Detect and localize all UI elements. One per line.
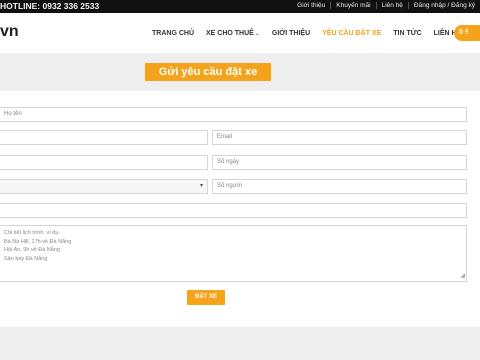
resize-handle-icon[interactable]: ◢ [460, 272, 465, 281]
days-input[interactable]: Số ngày [212, 155, 467, 170]
address-input[interactable] [0, 203, 467, 218]
hotline-text: HOTLINE: 0932 336 2533 [0, 1, 100, 11]
top-link-login[interactable]: Đăng nhập / Đăng ký [407, 2, 480, 9]
people-placeholder: Số người [217, 183, 242, 189]
email-input[interactable]: Email [212, 130, 467, 145]
name-placeholder: Họ tên [4, 111, 22, 117]
date-input[interactable] [0, 155, 208, 170]
car-type-select[interactable]: ▾ [0, 179, 208, 194]
footer-band [0, 327, 480, 360]
top-links: Giới thiệu Khuyến mãi Liên hệ Đăng nhập … [292, 2, 480, 9]
top-link-contact[interactable]: Liên hệ [375, 2, 408, 9]
chevron-down-icon: ▾ [199, 183, 203, 189]
itinerary-line: Sân bay Đà Nẵng [4, 255, 48, 262]
cart-button[interactable]: 0 ₫ [454, 25, 480, 41]
nav-cars[interactable]: XE CHO THUÊ⌄ [206, 30, 260, 37]
top-bar: HOTLINE: 0932 336 2533 Giới thiệu Khuyến… [0, 0, 480, 13]
main-nav: TRANG CHỦ XE CHO THUÊ⌄ GIỚI THIỆU YÊU CẦ… [152, 30, 473, 37]
submit-booking-button[interactable]: ĐẶT XE [187, 290, 225, 305]
itinerary-line: Hội An, 9h về Đà Nẵng [4, 247, 60, 253]
chevron-down-icon: ⌄ [254, 31, 260, 37]
itinerary-line: Chi tiết lịch trình, ví dụ. [4, 230, 60, 236]
site-logo[interactable]: vn [0, 23, 19, 41]
itinerary-textarea[interactable]: Chi tiết lịch trình, ví dụ. Bà Nà Hill, … [0, 225, 467, 282]
phone-input[interactable] [0, 130, 208, 145]
nav-news[interactable]: TIN TỨC [393, 30, 421, 37]
nav-booking-request[interactable]: YÊU CẦU ĐẶT XE [322, 30, 381, 37]
days-placeholder: Số ngày [217, 159, 240, 165]
page-title: Gửi yêu cầu đặt xe [145, 63, 271, 81]
email-placeholder: Email [217, 134, 233, 140]
top-link-promotions[interactable]: Khuyến mãi [330, 2, 375, 9]
nav-about[interactable]: GIỚI THIỆU [272, 30, 310, 37]
nav-home[interactable]: TRANG CHỦ [152, 30, 194, 37]
header: vn TRANG CHỦ XE CHO THUÊ⌄ GIỚI THIỆU YÊU… [0, 13, 480, 54]
name-input[interactable]: Họ tên [0, 107, 467, 122]
itinerary-line: Bà Nà Hill, 17h về Đà Nẵng [4, 238, 72, 245]
nav-cars-label: XE CHO THUÊ [206, 30, 254, 37]
top-link-about[interactable]: Giới thiệu [292, 2, 330, 9]
people-input[interactable]: Số người [212, 179, 467, 194]
